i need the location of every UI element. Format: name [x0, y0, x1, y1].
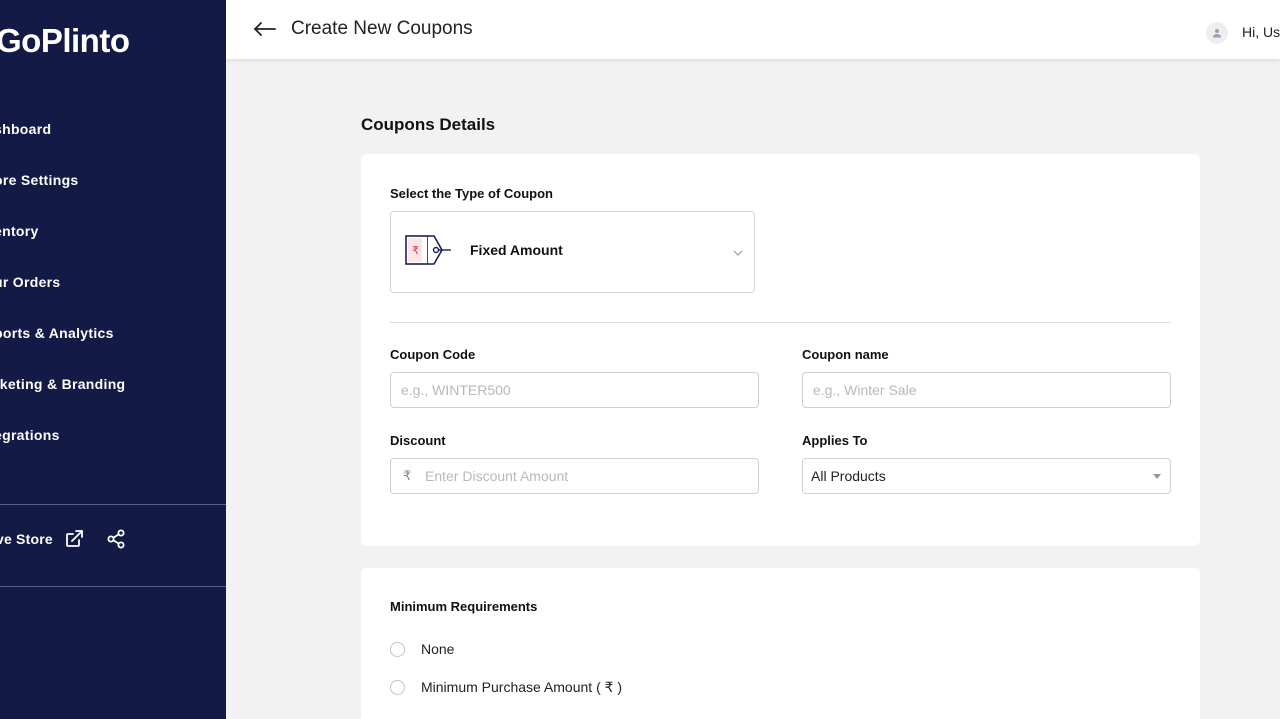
svg-text:₹: ₹ [412, 244, 419, 257]
sidebar-item-marketing-branding[interactable]: rketing & Branding [0, 372, 125, 396]
user-icon [1213, 29, 1221, 38]
discount-field[interactable]: ₹ [390, 458, 759, 494]
user-avatar[interactable] [1206, 22, 1228, 44]
applies-to-value: All Products [811, 468, 886, 484]
brand-logo[interactable]: GoPlinto [0, 22, 130, 60]
sidebar-item-store-settings[interactable]: ore Settings [0, 168, 79, 192]
sidebar-item-dashboard[interactable]: shboard [0, 117, 51, 141]
caret-down-icon [1153, 474, 1161, 479]
sidebar-divider [0, 504, 226, 505]
discount-input[interactable] [415, 459, 755, 493]
sidebar-item-inventory[interactable]: entory [0, 219, 39, 243]
sidebar-divider-bottom [0, 586, 226, 587]
applies-to-select[interactable]: All Products [802, 458, 1171, 494]
top-header: Create New Coupons Hi, Use [226, 0, 1280, 59]
radio-label: None [421, 641, 455, 657]
coupon-type-select[interactable]: ₹ Fixed Amount [390, 211, 755, 293]
sidebar: GoPlinto shboard ore Settings entory ur … [0, 0, 226, 719]
back-button[interactable] [252, 17, 278, 41]
share-icon[interactable] [105, 528, 127, 550]
coupon-type-label: Select the Type of Coupon [390, 186, 553, 201]
chevron-down-icon [733, 244, 743, 262]
min-requirements-title: Minimum Requirements [390, 599, 538, 614]
coupon-details-card: Select the Type of Coupon ₹ Fixed Amount… [361, 154, 1200, 546]
radio-button[interactable] [390, 680, 405, 695]
discount-label: Discount [390, 433, 446, 448]
minimum-requirements-card: Minimum Requirements None Minimum Purcha… [361, 568, 1200, 719]
coupon-type-value: Fixed Amount [470, 242, 563, 258]
rupee-prefix: ₹ [403, 468, 412, 483]
radio-option-none[interactable]: None [390, 641, 454, 657]
live-store-row: ve Store [0, 526, 127, 552]
radio-option-min-purchase[interactable]: Minimum Purchase Amount ( ₹ ) [390, 679, 622, 696]
coupon-code-label: Coupon Code [390, 347, 476, 362]
sidebar-item-orders[interactable]: ur Orders [0, 270, 61, 294]
coupon-name-label: Coupon name [802, 347, 889, 362]
radio-label: Minimum Purchase Amount ( ₹ ) [421, 679, 623, 695]
price-tag-rupee-icon: ₹ [405, 234, 453, 271]
live-store-link[interactable]: ve Store [0, 531, 53, 547]
arrow-left-icon [254, 22, 276, 36]
sidebar-item-reports-analytics[interactable]: ports & Analytics [0, 321, 114, 345]
radio-button[interactable] [390, 641, 405, 657]
sidebar-item-integrations[interactable]: egrations [0, 423, 60, 447]
coupon-code-input[interactable] [390, 372, 759, 408]
external-link-icon[interactable] [63, 528, 85, 550]
page-title: Create New Coupons [291, 18, 473, 39]
applies-to-label: Applies To [802, 433, 868, 448]
section-title: Coupons Details [361, 115, 496, 134]
section-divider [390, 322, 1171, 323]
coupon-name-input[interactable] [802, 372, 1171, 408]
user-greeting[interactable]: Hi, Use [1242, 24, 1280, 40]
